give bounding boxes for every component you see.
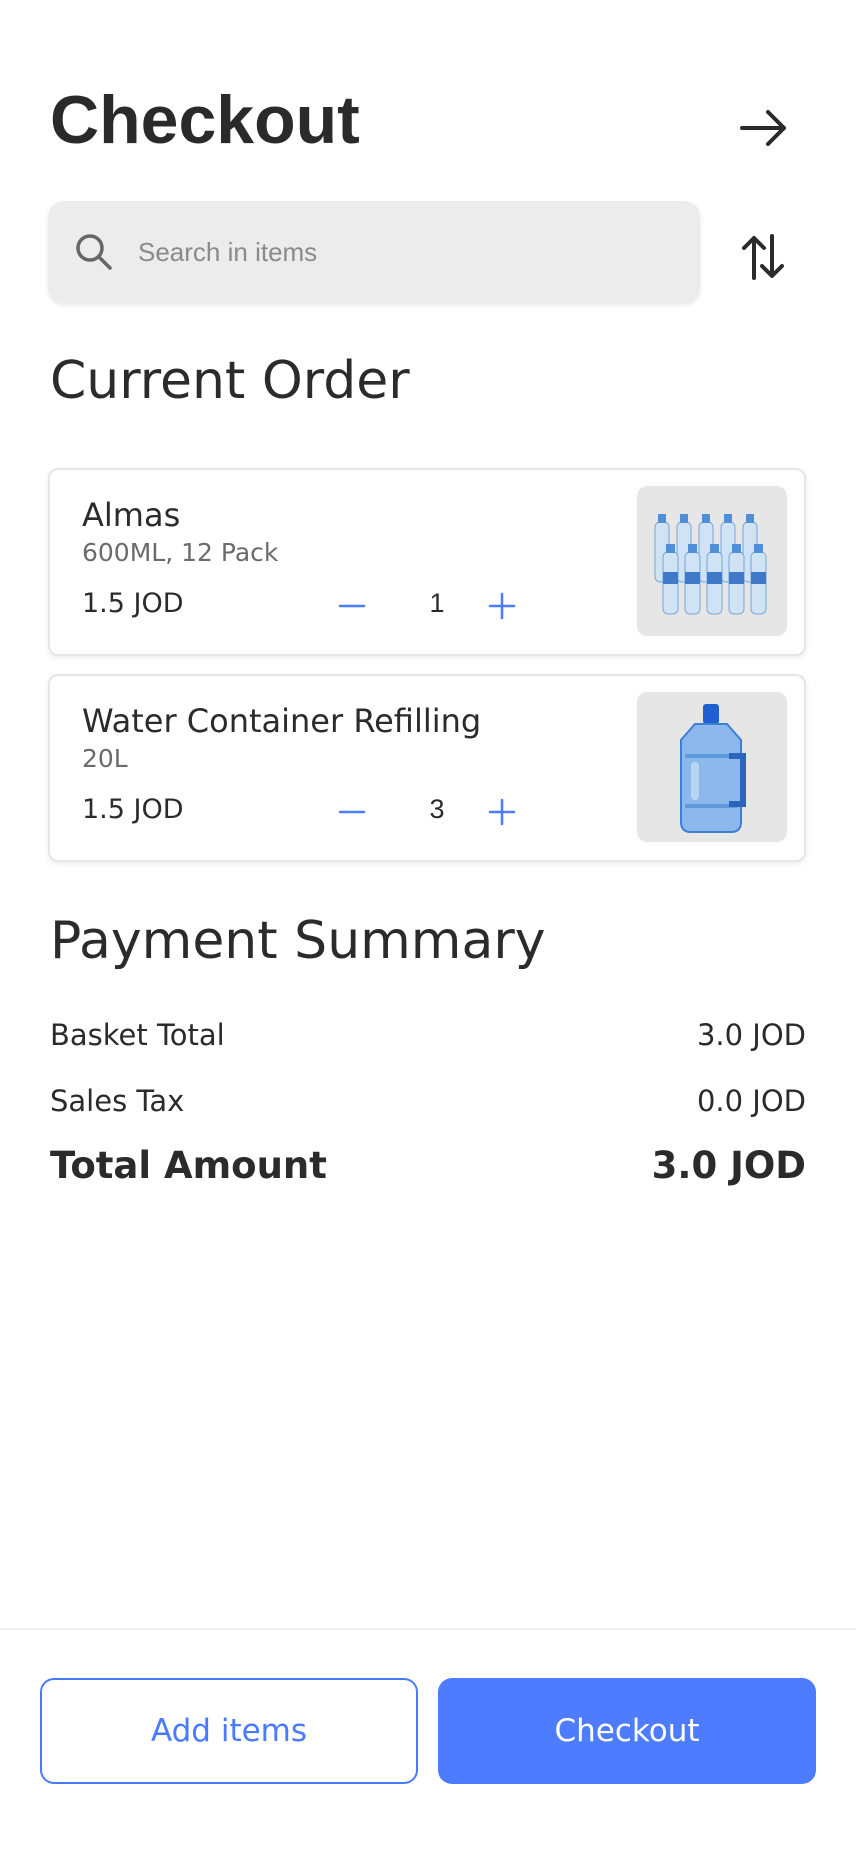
arrow-right-icon[interactable] — [736, 100, 792, 156]
search-input[interactable] — [136, 235, 660, 269]
basket-total-label: Basket Total — [50, 1018, 225, 1052]
minus-icon[interactable] — [332, 792, 372, 832]
order-item-card: Almas 600ML, 12 Pack 1.5 JOD 1 — [48, 468, 806, 656]
add-items-button[interactable]: Add items — [40, 1678, 418, 1784]
item-name: Almas — [82, 496, 181, 534]
item-name: Water Container Refilling — [82, 702, 482, 740]
sales-tax-value: 0.0 JOD — [696, 1084, 806, 1118]
total-amount-value: 3.0 JOD — [651, 1144, 806, 1187]
search-icon — [76, 234, 112, 270]
sort-icon[interactable] — [740, 232, 786, 282]
search-bar — [48, 201, 700, 303]
current-order-title: Current Order — [50, 351, 410, 411]
sales-tax-label: Sales Tax — [50, 1084, 185, 1118]
item-description: 600ML, 12 Pack — [82, 538, 279, 567]
payment-summary-title: Payment Summary — [50, 911, 546, 971]
basket-total-value: 3.0 JOD — [696, 1018, 806, 1052]
plus-icon[interactable] — [482, 586, 522, 626]
order-item-card: Water Container Refilling 20L 1.5 JOD 3 — [48, 674, 806, 862]
quantity-value: 1 — [429, 588, 445, 618]
item-image-water-container — [637, 692, 787, 842]
item-price: 1.5 JOD — [82, 794, 184, 825]
minus-icon[interactable] — [332, 586, 372, 626]
bottom-bar-divider — [0, 1628, 856, 1630]
checkout-button[interactable]: Checkout — [438, 1678, 816, 1784]
item-description: 20L — [82, 744, 128, 773]
quantity-value: 3 — [429, 794, 445, 824]
plus-icon[interactable] — [482, 792, 522, 832]
item-image-water-bottle-pack — [637, 486, 787, 636]
total-amount-label: Total Amount — [50, 1144, 327, 1187]
item-price: 1.5 JOD — [82, 588, 184, 619]
page-title: Checkout — [50, 82, 360, 158]
